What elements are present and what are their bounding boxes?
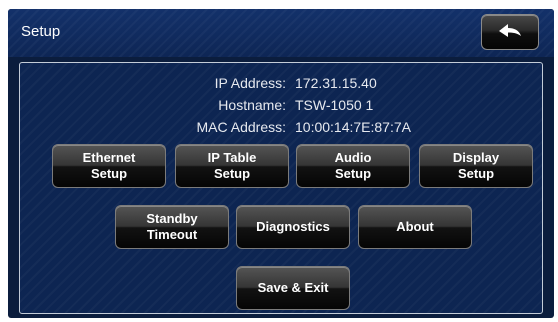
audio-setup-button[interactable]: Audio Setup — [296, 144, 410, 188]
ip-table-setup-line2: Setup — [213, 166, 251, 181]
diagnostics-label: Diagnostics — [256, 219, 330, 234]
display-setup-line2: Setup — [457, 166, 495, 181]
setup-panel: IP Address: 172.31.15.40 Hostname: TSW-1… — [19, 62, 543, 314]
hostname-label: Hostname: — [218, 97, 286, 113]
about-button[interactable]: About — [358, 205, 472, 249]
ip-address-label: IP Address: — [214, 75, 286, 91]
standby-timeout-line1: Standby — [146, 211, 198, 226]
standby-timeout-button[interactable]: Standby Timeout — [115, 205, 229, 249]
save-exit-button[interactable]: Save & Exit — [236, 266, 350, 310]
mac-address-value: 10:00:14:7E:87:7A — [295, 119, 411, 135]
audio-setup-line1: Audio — [334, 150, 372, 165]
ip-table-setup-line1: IP Table — [207, 150, 257, 165]
about-label: About — [396, 219, 434, 234]
ip-address-value: 172.31.15.40 — [295, 75, 377, 91]
ethernet-setup-button[interactable]: Ethernet Setup — [52, 144, 166, 188]
audio-setup-line2: Setup — [334, 166, 372, 181]
setup-screen: Setup IP Address: 172.31.15.40 Hostname:… — [8, 9, 554, 318]
ethernet-setup-line1: Ethernet — [82, 150, 136, 165]
mac-address-row: MAC Address: 10:00:14:7E:87:7A — [20, 117, 542, 137]
back-arrow-icon — [499, 24, 521, 37]
hostname-row: Hostname: TSW-1050 1 — [20, 95, 542, 115]
mac-address-label: MAC Address: — [196, 119, 286, 135]
hostname-value: TSW-1050 1 — [295, 97, 374, 113]
ip-address-row: IP Address: 172.31.15.40 — [20, 73, 542, 93]
ethernet-setup-line2: Setup — [90, 166, 128, 181]
diagnostics-button[interactable]: Diagnostics — [236, 205, 350, 249]
title-bar: Setup — [8, 9, 554, 57]
page-title: Setup — [21, 23, 61, 40]
back-button[interactable] — [481, 14, 539, 50]
standby-timeout-line2: Timeout — [146, 227, 198, 242]
save-exit-label: Save & Exit — [257, 280, 329, 295]
display-setup-line1: Display — [452, 150, 500, 165]
ip-table-setup-button[interactable]: IP Table Setup — [175, 144, 289, 188]
display-setup-button[interactable]: Display Setup — [419, 144, 533, 188]
